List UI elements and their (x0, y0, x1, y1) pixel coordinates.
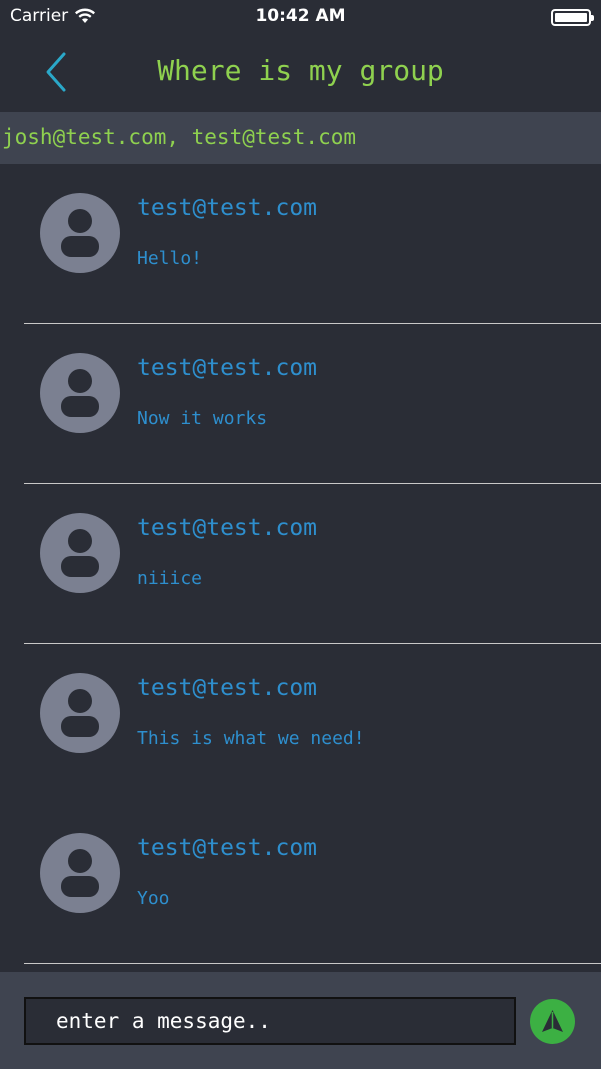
avatar-icon (40, 513, 120, 593)
list-item[interactable]: test@test.com Hello! (0, 164, 601, 324)
compose-bar (0, 972, 601, 1069)
message-text: Now it works (137, 408, 268, 429)
message-text: niiice (137, 568, 203, 589)
members-bar: josh@test.com, test@test.com (0, 112, 601, 164)
message-list[interactable]: test@test.com Hello! test@test.com Now i… (0, 164, 601, 972)
message-sender: test@test.com (137, 835, 318, 861)
avatar-icon (40, 353, 120, 433)
message-text: This is what we need! (137, 728, 365, 749)
list-item[interactable]: test@test.com niiice (0, 484, 601, 644)
avatar-icon (40, 673, 120, 753)
message-sender: test@test.com (137, 515, 318, 541)
list-item[interactable]: test@test.com This is what we need! (0, 644, 601, 804)
message-sender: test@test.com (137, 675, 318, 701)
message-text: Yoo (137, 888, 170, 909)
message-input[interactable] (24, 997, 516, 1045)
status-time: 10:42 AM (255, 6, 346, 26)
message-sender: test@test.com (137, 195, 318, 221)
status-bar: Carrier 10:42 AM (0, 0, 601, 34)
message-sender: test@test.com (137, 355, 318, 381)
group-members: josh@test.com, test@test.com (2, 125, 357, 149)
divider (24, 963, 601, 964)
avatar-icon (40, 833, 120, 913)
page-title: Where is my group (157, 54, 444, 87)
list-item[interactable]: test@test.com Now it works (0, 324, 601, 484)
nav-bar: Where is my group (0, 34, 601, 112)
battery-icon (551, 9, 594, 26)
list-item[interactable]: test@test.com Yoo (0, 804, 601, 964)
avatar-icon (40, 193, 120, 273)
send-button[interactable] (530, 999, 575, 1044)
send-icon (542, 1010, 563, 1032)
message-text: Hello! (137, 248, 203, 269)
